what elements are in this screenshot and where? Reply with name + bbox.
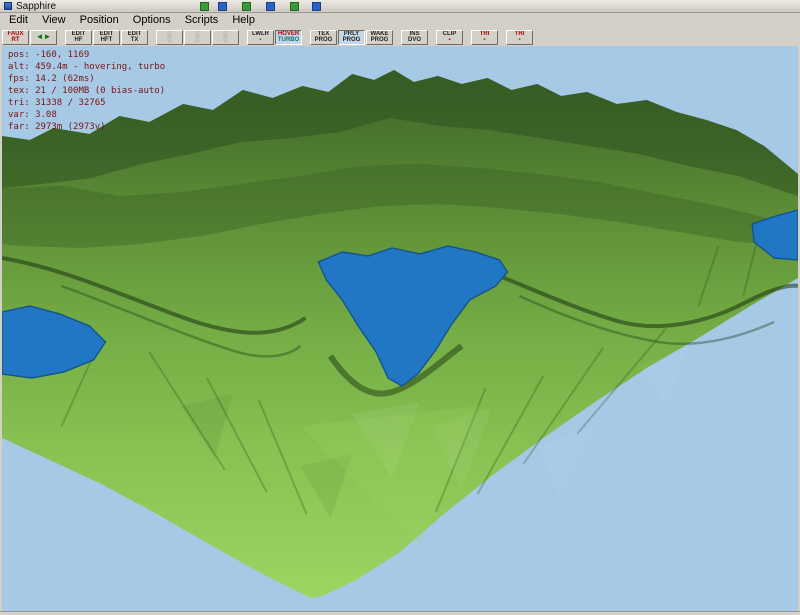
viewport-3d[interactable]: pos: -160, 1169 alt: 459.4m - hovering, … [2,46,798,611]
toolbar-separator [240,37,246,38]
window-frame: pos: -160, 1169 alt: 459.4m - hovering, … [0,46,800,611]
status-dot-icon: ▪ [518,37,520,44]
menu-bar: Edit View Position Options Scripts Help [0,13,800,28]
toolbar-button-clip[interactable]: CLIP▪ [436,30,463,45]
button-label: PROG [315,37,333,44]
button-label: HF [75,37,83,44]
toolbar-button-disabled-1: ▒▒ [156,30,183,45]
background-window-fragment [218,2,227,11]
button-label: DVO [408,37,421,44]
background-window-fragment [242,2,251,11]
toolbar-button-disabled-3: ▒▒ [212,30,239,45]
app-icon [4,2,12,10]
toolbar-button-hover-turbo[interactable]: HOVERTURBO [275,30,302,45]
window-border-bottom [0,611,800,615]
toolbar-button-edit-hft[interactable]: EDITHFT [93,30,120,45]
toolbar-button-lwlr[interactable]: LWLR▪ [247,30,274,45]
button-label: TX [131,37,139,44]
disabled-icon: ▒ [195,37,199,44]
disabled-icon: ▒ [167,37,171,44]
menu-position[interactable]: Position [73,14,126,27]
debug-overlay: pos: -160, 1169 alt: 459.4m - hovering, … [8,49,165,133]
toolbar-button-disabled-2: ▒▒ [184,30,211,45]
debug-line-far: far: 2973m (2973v) [8,121,165,133]
toolbar-button-tex-prog[interactable]: TEXPROG [310,30,337,45]
debug-line-alt: alt: 459.4m - hovering, turbo [8,61,165,73]
background-window-fragment [200,2,209,11]
status-dot-icon: ▪ [448,37,450,44]
toolbar-button-tri-2[interactable]: TRI▪ [506,30,533,45]
toolbar-button-edit-tx[interactable]: EDITTX [121,30,148,45]
background-window-fragment [266,2,275,11]
toolbar-button-edit-hf[interactable]: EDITHF [65,30,92,45]
button-label: HFT [101,37,113,44]
toolbar-button-faux-rt[interactable]: FAUXRT [2,30,29,45]
button-label: PROG [371,37,389,44]
debug-line-fps: fps: 14.2 (62ms) [8,73,165,85]
toolbar-separator [303,37,309,38]
toolbar-button-wake-prog[interactable]: WAKEPROG [366,30,393,45]
menu-view[interactable]: View [35,14,73,27]
toolbar-separator [499,37,505,38]
toolbar-separator [394,37,400,38]
debug-line-pos: pos: -160, 1169 [8,49,165,61]
toolbar-button-ins-dvo[interactable]: INSDVO [401,30,428,45]
debug-line-var: var: 3.08 [8,109,165,121]
debug-line-tex: tex: 21 / 100MB (0 bias-auto) [8,85,165,97]
menu-help[interactable]: Help [225,14,262,27]
title-bar[interactable]: Sapphire [0,0,800,13]
button-label: RT [12,37,20,44]
toolbar-separator [429,37,435,38]
toolbar-button-prly-prog[interactable]: PRLYPROG [338,30,365,45]
menu-scripts[interactable]: Scripts [178,14,226,27]
toolbar-separator [464,37,470,38]
toolbar-separator [58,37,64,38]
menu-edit[interactable]: Edit [2,14,35,27]
background-window-fragment [312,2,321,11]
green-arrows-icon: ◄► [36,33,52,41]
background-window-fragment [290,2,299,11]
button-label: TURBO [278,37,299,44]
toolbar-separator [149,37,155,38]
menu-options[interactable]: Options [126,14,178,27]
toolbar-button-green-arrows[interactable]: ◄► [30,30,57,45]
status-dot-icon: ▪ [259,37,261,44]
button-label: PROG [343,37,361,44]
window-title: Sapphire [16,1,56,12]
status-dot-icon: ▪ [483,37,485,44]
toolbar-button-tri-1[interactable]: TRI▪ [471,30,498,45]
toolbar: FAUXRT ◄► EDITHF EDITHFT EDITTX ▒▒ ▒▒ ▒▒… [0,28,800,46]
disabled-icon: ▒ [223,37,227,44]
debug-line-tri: tri: 31338 / 32765 [8,97,165,109]
